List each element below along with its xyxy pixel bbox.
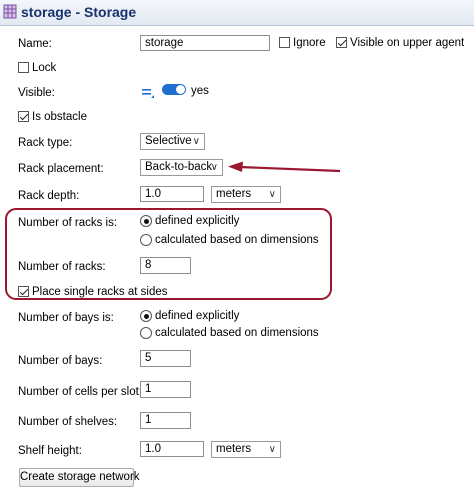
panel-header: storage - Storage (0, 0, 474, 26)
num-racks-calculated-radio[interactable] (140, 234, 152, 246)
visible-value: yes (191, 85, 209, 97)
rack-depth-label: Rack depth: (18, 190, 80, 202)
num-bays-calculated-radio[interactable] (140, 327, 152, 339)
chevron-down-icon: ∨ (210, 162, 218, 173)
visible-toggle[interactable] (162, 84, 186, 95)
shelf-height-unit-select[interactable]: meters ∨ (211, 441, 281, 458)
chevron-down-icon: ∨ (268, 189, 276, 200)
place-single-racks-checkbox[interactable] (18, 286, 29, 297)
num-racks-calculated-label: calculated based on dimensions (155, 234, 319, 246)
shelf-height-unit-value: meters (216, 443, 252, 455)
num-racks-is-label: Number of racks is: (18, 217, 118, 229)
num-bays-input[interactable]: 5 (140, 350, 191, 367)
rack-placement-select[interactable]: Back-to-back ∨ (140, 159, 223, 176)
shelf-height-input[interactable]: 1.0 (140, 441, 204, 457)
num-shelves-input[interactable]: 1 (140, 412, 191, 429)
rack-placement-value: Back-to-back (145, 161, 213, 173)
num-racks-label: Number of racks: (18, 261, 106, 273)
rack-type-select[interactable]: Selective ∨ (140, 133, 205, 150)
rack-type-label: Rack type: (18, 137, 73, 149)
rack-type-value: Selective (145, 135, 192, 147)
is-obstacle-label: Is obstacle (32, 111, 87, 123)
num-racks-input[interactable]: 8 (140, 257, 191, 274)
place-single-racks-label: Place single racks at sides (32, 286, 168, 298)
toggle-knob (176, 85, 185, 94)
rack-depth-unit-select[interactable]: meters ∨ (211, 186, 281, 203)
visible-upper-agent-checkbox[interactable] (336, 37, 347, 48)
lock-label: Lock (32, 62, 57, 74)
storage-rack-icon (3, 4, 17, 19)
lock-checkbox[interactable] (18, 62, 29, 73)
rack-depth-unit-value: meters (216, 188, 252, 200)
num-bays-calculated-label: calculated based on dimensions (155, 327, 319, 339)
panel-title: storage - Storage (21, 4, 137, 20)
rack-placement-label: Rack placement: (18, 163, 104, 175)
cells-per-slot-label: Number of cells per slot: (18, 386, 142, 398)
num-shelves-label: Number of shelves: (18, 416, 118, 428)
static-value-icon[interactable] (141, 87, 155, 99)
ignore-checkbox[interactable] (279, 37, 290, 48)
is-obstacle-checkbox[interactable] (18, 111, 29, 122)
rack-depth-input[interactable]: 1.0 (140, 186, 204, 202)
visible-label: Visible: (18, 87, 55, 99)
cells-per-slot-input[interactable]: 1 (140, 381, 191, 398)
chevron-down-icon: ∨ (192, 136, 200, 147)
shelf-height-label: Shelf height: (18, 445, 82, 457)
name-label: Name: (18, 38, 52, 50)
visible-upper-agent-label: Visible on upper agent (350, 37, 465, 49)
create-storage-network-button[interactable]: Create storage network (19, 468, 140, 487)
num-bays-explicit-label: defined explicitly (155, 310, 240, 322)
name-input[interactable]: storage (140, 35, 270, 51)
num-bays-is-label: Number of bays is: (18, 312, 114, 324)
annotation-arrow-icon (228, 161, 341, 173)
num-racks-explicit-label: defined explicitly (155, 215, 240, 227)
num-racks-explicit-radio[interactable] (140, 215, 152, 227)
num-bays-explicit-radio[interactable] (140, 310, 152, 322)
chevron-down-icon: ∨ (268, 444, 276, 455)
num-bays-label: Number of bays: (18, 355, 103, 367)
ignore-label: Ignore (293, 37, 326, 49)
